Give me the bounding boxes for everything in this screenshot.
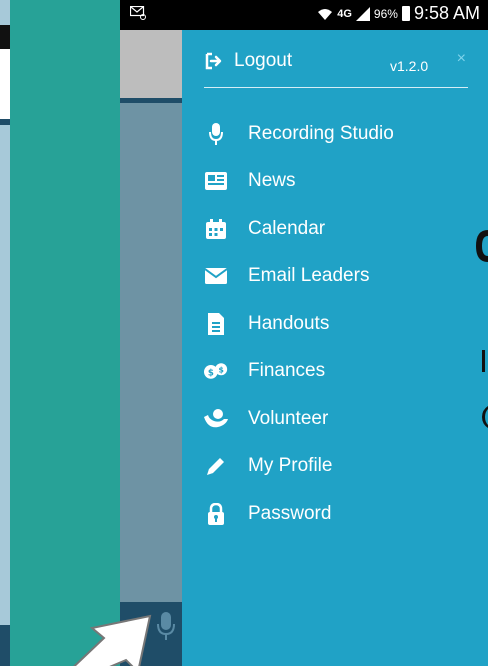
clipped-glyph-3 [482, 406, 488, 428]
clipped-glyph-1 [476, 230, 488, 262]
wifi-icon [318, 8, 333, 20]
menu-item-handouts[interactable]: Handouts [204, 300, 474, 348]
menu-item-label: Handouts [248, 312, 330, 334]
logout-icon [205, 52, 222, 70]
drawer-menu: Recording Studio News Calendar Email Lea… [204, 110, 474, 538]
logout-label: Logout [234, 50, 293, 71]
left-edge-divider [0, 119, 10, 125]
left-edge-footer [0, 625, 10, 666]
logout-button[interactable]: Logout [204, 50, 292, 72]
menu-item-label: News [248, 170, 296, 192]
left-edge-white-block [0, 49, 10, 119]
main-header-divider [120, 98, 182, 103]
drawer-header: Logout v1.2.0 × [204, 46, 468, 88]
document-icon [204, 312, 228, 336]
pencil-icon [204, 454, 228, 478]
svg-text:$: $ [218, 366, 223, 375]
left-app-edge [0, 0, 10, 666]
calendar-icon [204, 217, 228, 241]
menu-item-label: My Profile [248, 455, 333, 477]
menu-item-finances[interactable]: $ $ Finances [204, 348, 474, 396]
clipped-glyph-2 [482, 350, 485, 372]
menu-item-email-leaders[interactable]: Email Leaders [204, 253, 474, 301]
menu-item-news[interactable]: News [204, 158, 474, 206]
menu-item-label: Calendar [248, 217, 326, 239]
background-app-panel [0, 0, 120, 666]
svg-text:$: $ [208, 369, 214, 379]
status-bar: 4G 96% 9:58 AM [120, 0, 488, 30]
email-notification-icon [130, 6, 146, 20]
microphone-icon [204, 122, 228, 146]
main-header-block [120, 30, 182, 98]
app-version: v1.2.0 [390, 58, 429, 74]
menu-item-volunteer[interactable]: Volunteer [204, 395, 474, 443]
left-edge-header [0, 25, 10, 49]
navigation-drawer: Logout v1.2.0 × Recording Studio News Ca… [182, 30, 488, 666]
lock-icon [204, 502, 228, 526]
signal-icon [355, 6, 370, 21]
tutorial-arrow-icon [73, 614, 152, 666]
menu-item-recording-studio[interactable]: Recording Studio [204, 110, 474, 158]
network-type: 4G [337, 7, 352, 20]
volunteer-icon [204, 407, 228, 431]
menu-item-label: Volunteer [248, 407, 329, 429]
menu-item-password[interactable]: Password [204, 490, 474, 538]
coins-icon: $ $ [204, 359, 228, 383]
menu-item-label: Recording Studio [248, 122, 394, 144]
menu-item-label: Finances [248, 360, 326, 382]
newspaper-icon [204, 169, 228, 193]
main-screen-strip [120, 30, 182, 666]
close-icon[interactable]: × [457, 50, 466, 68]
battery-percent: 96% [373, 6, 398, 21]
clock: 9:58 AM [413, 3, 480, 23]
menu-item-label: Password [248, 502, 332, 524]
battery-icon [401, 6, 410, 21]
menu-item-calendar[interactable]: Calendar [204, 205, 474, 253]
menu-item-my-profile[interactable]: My Profile [204, 443, 474, 491]
envelope-icon [204, 264, 228, 288]
menu-item-label: Email Leaders [248, 265, 370, 287]
